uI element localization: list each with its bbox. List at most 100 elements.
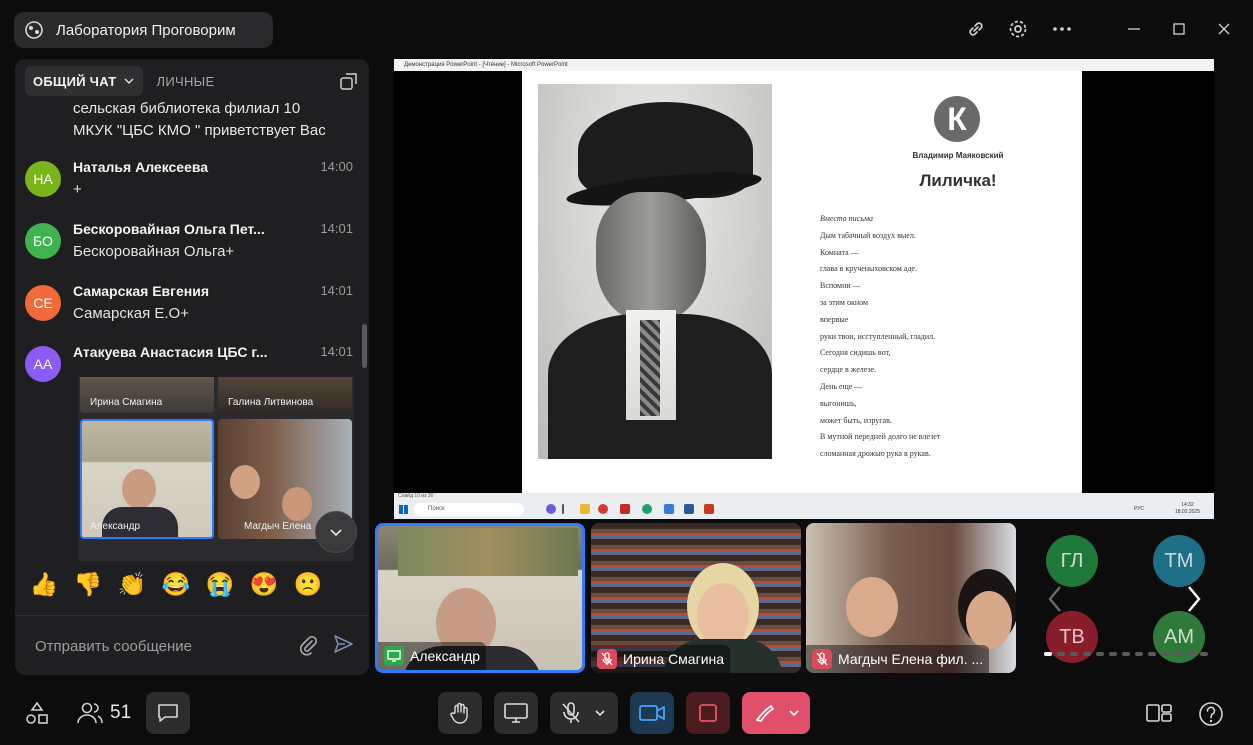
pdf-icon[interactable] xyxy=(620,504,630,514)
maximize-icon[interactable] xyxy=(1166,16,1192,42)
publisher-logo: К xyxy=(934,96,980,142)
reaction-thumbs-down[interactable]: 👎 xyxy=(73,569,103,599)
message-time: 14:00 xyxy=(320,159,353,174)
layout-icon[interactable] xyxy=(1145,700,1173,726)
folder-icon[interactable] xyxy=(580,504,590,514)
paperclip-icon[interactable] xyxy=(298,634,318,656)
leave-call-button[interactable] xyxy=(742,692,810,734)
raise-hand-button[interactable] xyxy=(438,692,482,734)
poem-line: В мутной передней долго не влезет xyxy=(820,432,941,442)
poem-line: Вспомни — xyxy=(820,281,861,291)
camera-icon xyxy=(639,705,665,721)
partial-message-line: МКУК "ЦБС КМО " приветствует Вас xyxy=(73,122,326,139)
poem-text: Вместо письма Дым табачный воздух выел. … xyxy=(820,214,940,466)
taskbar-search[interactable]: Поиск xyxy=(414,503,524,516)
link-icon[interactable] xyxy=(963,16,989,42)
message-composer[interactable]: Отправить сообщение xyxy=(15,615,369,675)
message-author: Наталья Алексеева xyxy=(73,159,209,175)
message-image[interactable]: Ирина Смагина Галина Литвинова Александр… xyxy=(78,377,354,561)
taskbar-clock: 14:32 18.02.2025 xyxy=(1175,502,1200,516)
avatar: НА xyxy=(25,161,61,197)
monitor-icon xyxy=(504,703,528,723)
video-conference-app: Лаборатория Проговорим ОБЩИЙ ЧАТ ЛИЧНЫЕ xyxy=(0,0,1253,745)
thumb-name: Магдыч Елена xyxy=(244,521,312,532)
chevron-down-icon[interactable] xyxy=(594,707,606,719)
page-dot[interactable] xyxy=(1083,652,1091,656)
page-dot[interactable] xyxy=(1057,652,1065,656)
send-icon[interactable] xyxy=(332,633,354,655)
language-indicator[interactable]: РУС xyxy=(1134,506,1144,512)
thumb-name: Галина Литвинова xyxy=(228,397,314,408)
chevron-down-icon xyxy=(330,529,342,537)
clock-time: 14:32 xyxy=(1181,502,1194,508)
powerpoint-icon[interactable] xyxy=(704,504,714,514)
tab-private-chat[interactable]: ЛИЧНЫЕ xyxy=(157,74,215,89)
apps-icon[interactable] xyxy=(24,700,50,726)
page-dot[interactable] xyxy=(1122,652,1130,656)
message-text: + xyxy=(73,181,82,198)
message-author: Самарская Евгения xyxy=(73,283,210,299)
opera-icon[interactable] xyxy=(598,504,608,514)
help-icon[interactable] xyxy=(1197,700,1225,728)
minimize-icon[interactable] xyxy=(1121,16,1147,42)
avatar: СЕ xyxy=(25,285,61,321)
chevron-right-icon xyxy=(1188,586,1201,612)
taskbar-app-icon[interactable] xyxy=(546,504,556,514)
page-dot[interactable] xyxy=(1174,652,1182,656)
participant-grid: ГЛ ТМ ТВ АМ xyxy=(1020,523,1238,673)
page-dot[interactable] xyxy=(1070,652,1078,656)
participants-button[interactable]: 51 xyxy=(76,700,131,726)
reaction-thumbs-up[interactable]: 👍 xyxy=(29,569,59,599)
participant-name-bar: Александр xyxy=(378,642,487,670)
message-input[interactable]: Отправить сообщение xyxy=(35,638,192,655)
record-button[interactable] xyxy=(686,692,730,734)
participant-name-bar: Магдыч Елена фил. ... xyxy=(806,645,990,673)
presentation-slide: К Владимир Маяковский Лиличка! Вместо пи… xyxy=(522,71,1082,493)
tab-general-chat[interactable]: ОБЩИЙ ЧАТ xyxy=(25,66,143,96)
previous-page-button[interactable] xyxy=(1044,579,1066,619)
participant-tile[interactable]: Александр xyxy=(375,523,585,673)
participant-name: Ирина Смагина xyxy=(623,651,725,667)
reaction-sad[interactable]: 🙁 xyxy=(293,569,323,599)
page-dot[interactable] xyxy=(1148,652,1156,656)
more-icon[interactable] xyxy=(1049,16,1075,42)
windows-start-icon[interactable] xyxy=(399,505,408,514)
poet-name: Владимир Маяковский xyxy=(912,151,1004,160)
shared-screen[interactable]: Демонстрация PowerPoint - [Чтение] - Mic… xyxy=(394,59,1214,519)
next-page-button[interactable] xyxy=(1183,579,1205,619)
chat-toggle-button[interactable] xyxy=(146,692,190,734)
reaction-cry[interactable]: 😭 xyxy=(205,569,235,599)
message-text: Бескоровайная Ольга+ xyxy=(73,243,235,260)
portrait-photo xyxy=(538,84,772,459)
page-dot[interactable] xyxy=(1135,652,1143,656)
mic-off-icon xyxy=(562,702,580,723)
close-icon[interactable] xyxy=(1211,16,1237,42)
page-dot[interactable] xyxy=(1096,652,1104,656)
scroll-down-button[interactable] xyxy=(315,511,357,553)
participant-tile[interactable]: Магдыч Елена фил. ... xyxy=(806,523,1016,673)
microphone-button[interactable] xyxy=(550,692,618,734)
reaction-heart-eyes[interactable]: 😍 xyxy=(249,569,279,599)
edge-icon[interactable] xyxy=(642,504,652,514)
chevron-left-icon xyxy=(1048,586,1061,612)
page-dot[interactable] xyxy=(1187,652,1195,656)
page-dot[interactable] xyxy=(1044,652,1052,656)
page-dot[interactable] xyxy=(1200,652,1208,656)
camera-button[interactable] xyxy=(630,692,674,734)
room-title-bar[interactable]: Лаборатория Проговорим xyxy=(14,12,273,48)
page-dot[interactable] xyxy=(1109,652,1117,656)
word-icon[interactable] xyxy=(684,504,694,514)
share-screen-button[interactable] xyxy=(494,692,538,734)
reaction-laugh[interactable]: 😂 xyxy=(161,569,191,599)
popout-icon[interactable] xyxy=(339,71,359,91)
reaction-clap[interactable]: 👏 xyxy=(117,569,147,599)
avatar: БО xyxy=(25,223,61,259)
chevron-down-icon[interactable] xyxy=(788,707,800,719)
page-dot[interactable] xyxy=(1161,652,1169,656)
gear-icon[interactable] xyxy=(1005,16,1031,42)
participant-tile[interactable]: Ирина Смагина xyxy=(591,523,801,673)
app-icon[interactable] xyxy=(664,504,674,514)
reaction-bar: 👍 👎 👏 😂 😭 😍 🙁 xyxy=(29,569,323,599)
chat-scrollbar[interactable] xyxy=(362,324,367,368)
poem-line: сломанная дрожью рука в рукав. xyxy=(820,449,931,459)
